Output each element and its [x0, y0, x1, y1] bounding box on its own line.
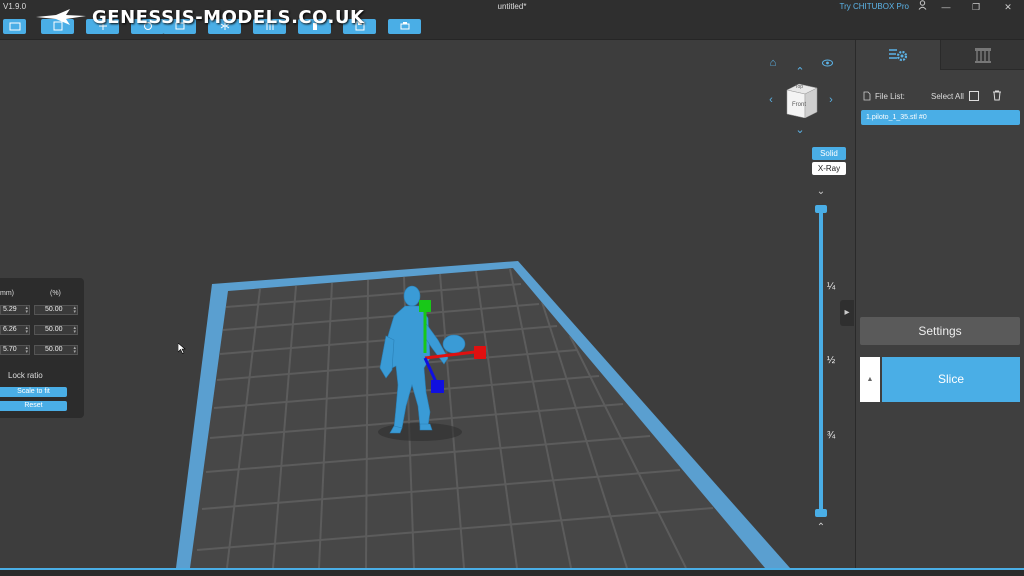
- select-all-checkbox[interactable]: [969, 91, 979, 101]
- slice-options-button[interactable]: ▲: [860, 357, 880, 402]
- lock-ratio-label[interactable]: Lock ratio: [8, 371, 43, 380]
- home-view-icon[interactable]: ⌂: [766, 56, 780, 70]
- layer-slider-track[interactable]: [819, 209, 823, 514]
- watermark-text: GENESSIS-MODELS.CO.UK: [92, 6, 365, 28]
- reset-button[interactable]: Reset: [0, 401, 67, 411]
- panel-collapse-arrow-icon[interactable]: ▸: [840, 300, 854, 326]
- rotate-down-icon[interactable]: ⌄: [793, 123, 807, 137]
- select-all-label: Select All: [931, 92, 964, 101]
- scale-y-mm-field[interactable]: 6.26 ▴ ▾: [0, 325, 30, 335]
- cube-top-label: Top: [795, 84, 804, 90]
- cube-front-label: Front: [792, 102, 807, 108]
- trash-icon[interactable]: [992, 90, 1002, 101]
- rotate-up-icon[interactable]: ⌃: [793, 65, 807, 79]
- file-list-label: File List:: [875, 92, 905, 101]
- layer-slider-bottom-handle[interactable]: [815, 509, 827, 517]
- gizmo-handle-y: [419, 300, 431, 312]
- file-icon: [863, 91, 871, 101]
- solid-mode-button[interactable]: Solid: [812, 147, 846, 160]
- layer-up-icon[interactable]: ⌃: [815, 522, 827, 533]
- watermark-logo: GENESSIS-MODELS.CO.UK: [36, 6, 364, 28]
- support-pillars-icon: [975, 47, 991, 63]
- slice-button[interactable]: Slice: [882, 357, 1020, 402]
- xray-mode-button[interactable]: X-Ray: [812, 162, 846, 175]
- 3d-viewport[interactable]: [0, 40, 855, 568]
- tab-file-settings[interactable]: [856, 40, 940, 70]
- mm-column-header: mm): [0, 290, 14, 297]
- gizmo-handle-z: [431, 380, 444, 393]
- scale-z-percent-field[interactable]: 50.00 ▴ ▾: [34, 345, 78, 355]
- user-icon[interactable]: [914, 0, 930, 14]
- minimize-button[interactable]: —: [938, 0, 954, 14]
- file-list-item[interactable]: 1.piloto_1_35.stl #0: [861, 110, 1020, 125]
- print-button[interactable]: [388, 19, 421, 34]
- status-bar: [0, 568, 1024, 576]
- restore-button[interactable]: ❐: [968, 0, 984, 14]
- tab-supports[interactable]: [940, 40, 1024, 70]
- layer-down-icon[interactable]: ⌄: [815, 186, 827, 197]
- open-icon: [9, 22, 20, 31]
- scale-x-percent-field[interactable]: 50.00 ▴ ▾: [34, 305, 78, 315]
- scale-to-fit-button[interactable]: Scale to fit: [0, 387, 67, 397]
- rotate-left-icon[interactable]: ‹: [764, 93, 778, 107]
- layer-slider-top-handle[interactable]: [815, 205, 827, 213]
- scale-panel: mm) (%) 5.29 ▴ ▾ 50.00 ▴ ▾ 6.26 ▴ ▾ 50.00 ▴ ▾ 5.…: [0, 278, 84, 418]
- open-button[interactable]: [3, 19, 26, 34]
- right-panel-tabs: [856, 40, 1024, 70]
- right-panel: File List: Select All 1.piloto_1_35.stl …: [855, 40, 1024, 568]
- scale-x-mm-field[interactable]: 5.29 ▴ ▾: [0, 305, 30, 315]
- percent-column-header: (%): [50, 290, 61, 297]
- view-cube[interactable]: Top Front: [783, 82, 819, 119]
- close-button[interactable]: ✕: [1000, 0, 1016, 14]
- eye-icon[interactable]: [820, 57, 834, 71]
- mouse-cursor-icon: [178, 343, 186, 354]
- rotate-right-icon[interactable]: ›: [824, 93, 838, 107]
- layer-mark-three-quarter: ¾: [826, 430, 836, 441]
- layer-mark-half: ½: [826, 355, 836, 366]
- chitubox-window: V1.9.0 untitled* Try CHITUBOX Pro — ❐ ✕ …: [0, 0, 1024, 576]
- print-icon: [400, 22, 409, 30]
- build-plate-scene: [176, 261, 790, 568]
- layer-mark-quarter: ¼: [826, 281, 836, 292]
- file-list-header: File List: Select All: [861, 90, 1021, 102]
- list-gear-icon: [889, 49, 908, 62]
- jet-icon: [36, 9, 86, 25]
- scale-y-percent-field[interactable]: 50.00 ▴ ▾: [34, 325, 78, 335]
- settings-button[interactable]: Settings: [860, 317, 1020, 345]
- try-pro-link[interactable]: Try CHITUBOX Pro: [840, 2, 909, 11]
- gizmo-handle-x: [474, 346, 486, 359]
- scale-z-mm-field[interactable]: 5.70 ▴ ▾: [0, 345, 30, 355]
